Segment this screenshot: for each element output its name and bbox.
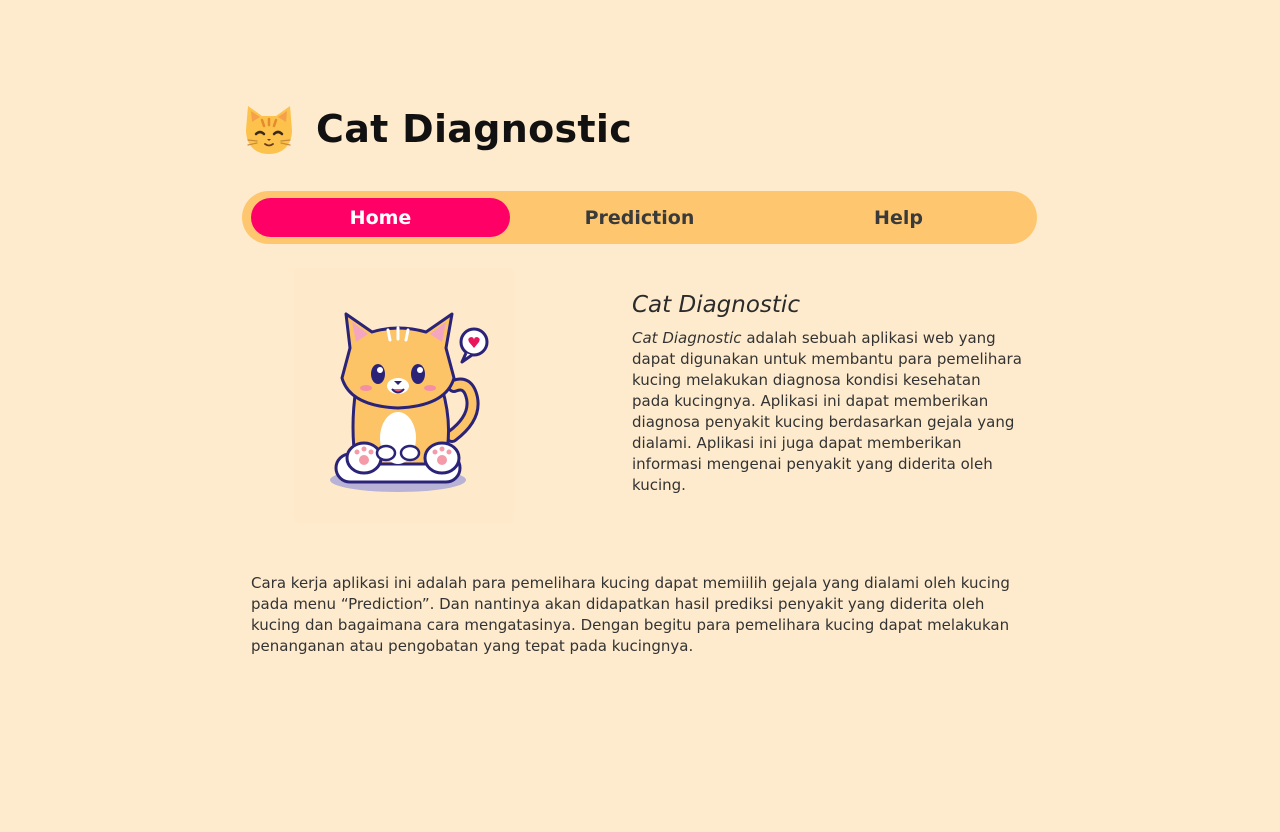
app-header: Cat Diagnostic <box>240 100 632 158</box>
intro-body: Cat Diagnostic adalah sebuah aplikasi we… <box>632 328 1022 496</box>
tab-help[interactable]: Help <box>769 198 1028 237</box>
tab-prediction[interactable]: Prediction <box>510 198 769 237</box>
hero-cat-illustration <box>294 268 514 523</box>
intro-body-text: adalah sebuah aplikasi web yang dapat di… <box>632 329 1022 494</box>
intro-title: Cat Diagnostic <box>632 292 800 318</box>
intro-body-app-name: Cat Diagnostic <box>632 329 742 347</box>
how-it-works-text: Cara kerja aplikasi ini adalah para peme… <box>251 574 1010 655</box>
intro-section: Cat Diagnostic Cat Diagnostic adalah seb… <box>632 292 1022 496</box>
app-title: Cat Diagnostic <box>316 107 633 151</box>
cat-face-icon <box>246 106 292 154</box>
tab-home[interactable]: Home <box>251 198 510 237</box>
cat-illustration-icon <box>330 312 489 492</box>
main-nav: Home Prediction Help <box>242 191 1037 244</box>
